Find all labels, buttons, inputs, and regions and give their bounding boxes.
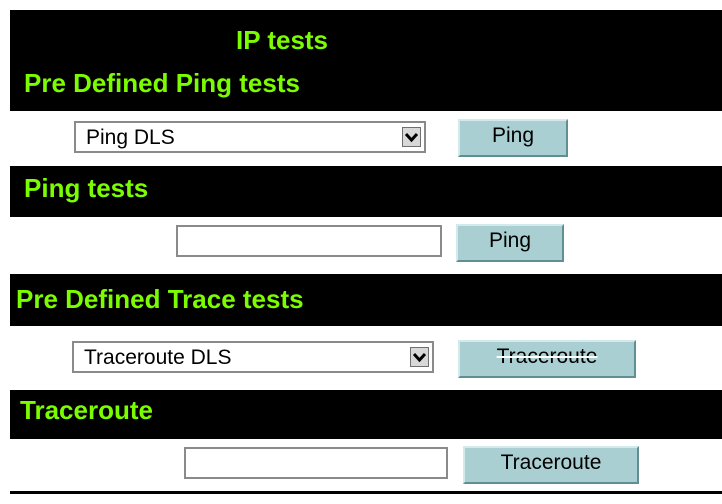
ping-tests-heading: Ping tests xyxy=(24,173,149,203)
chevron-down-icon[interactable] xyxy=(402,127,421,147)
ping-button[interactable]: Ping xyxy=(456,224,564,262)
predefined-ping-heading: Pre Defined Ping tests xyxy=(24,68,300,98)
ip-tests-panel: IP tests Pre Defined Ping tests Ping DLS… xyxy=(10,10,722,494)
predefined-traceroute-button[interactable]: Traceroute xyxy=(458,340,636,378)
predefined-trace-heading: Pre Defined Trace tests xyxy=(16,284,304,314)
ping-target-select[interactable]: Ping DLS xyxy=(74,121,426,153)
ping-target-select-value: Ping DLS xyxy=(86,126,175,149)
predefined-ping-row: Ping DLS Ping xyxy=(10,111,722,166)
trace-target-select[interactable]: Traceroute DLS xyxy=(72,341,434,373)
trace-target-select-value: Traceroute DLS xyxy=(84,346,232,369)
traceroute-button[interactable]: Traceroute xyxy=(463,446,639,484)
ping-address-input[interactable] xyxy=(176,225,442,257)
traceroute-row: Traceroute xyxy=(10,439,722,491)
traceroute-heading: Traceroute xyxy=(20,395,153,425)
chevron-down-icon[interactable] xyxy=(410,347,429,367)
page-title: IP tests xyxy=(236,25,329,55)
traceroute-address-input[interactable] xyxy=(184,447,448,479)
predefined-trace-row: Traceroute DLS Traceroute xyxy=(10,326,722,390)
ping-tests-row: Ping xyxy=(10,217,722,274)
predefined-ping-button[interactable]: Ping xyxy=(458,119,568,157)
